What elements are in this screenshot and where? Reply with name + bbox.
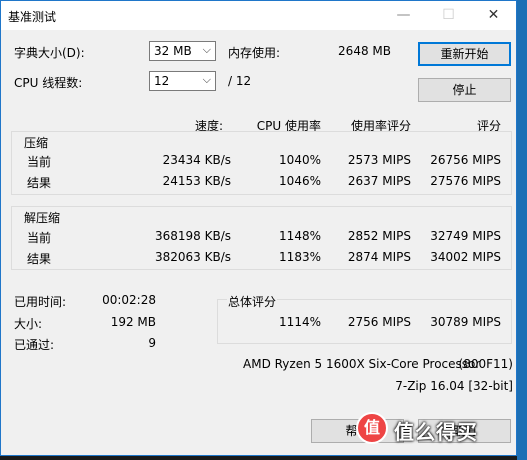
compression-title: 压缩 (24, 136, 49, 150)
overall-usage-rating: 2756 MIPS (347, 315, 411, 329)
cpu-threads-select[interactable]: 12 ⌵ (149, 71, 216, 91)
rating-cell: 32749 MIPS (430, 229, 501, 243)
decompression-title: 解压缩 (24, 211, 61, 225)
cpu-cell: 1183% (279, 250, 321, 264)
restart-button[interactable]: 重新开始 (418, 42, 511, 66)
row-label: 当前 (27, 155, 52, 169)
chevron-down-icon: ⌵ (202, 73, 211, 86)
dictionary-size-select[interactable]: 32 MB ⌵ (149, 41, 216, 61)
size-value: 192 MB (110, 315, 156, 329)
passes-value: 9 (148, 336, 156, 350)
dictionary-size-value: 32 MB (154, 44, 192, 58)
memory-usage-label: 内存使用: (228, 46, 281, 60)
speed-cell: 368198 KB/s (154, 229, 231, 243)
row-label: 结果 (27, 176, 52, 190)
speed-cell: 23434 KB/s (162, 153, 231, 167)
usage-rating-cell: 2874 MIPS (347, 250, 411, 264)
rating-cell: 27576 MIPS (430, 174, 501, 188)
usage-rating-cell: 2637 MIPS (347, 174, 411, 188)
rating-cell: 26756 MIPS (430, 153, 501, 167)
desktop-edge (517, 0, 527, 460)
cpu-id: (800F11) (458, 357, 513, 371)
maximize-icon[interactable]: ☐ (426, 1, 471, 30)
overall-cpu: 1114% (279, 315, 321, 329)
close-icon[interactable]: ✕ (471, 1, 516, 30)
dictionary-size-label: 字典大小(D): (14, 46, 85, 60)
overall-rating-title: 总体评分 (227, 293, 278, 310)
benchmark-window: 基准测试 — ☐ ✕ 字典大小(D): 32 MB ⌵ 内存使用: 2648 M… (0, 0, 517, 456)
help-button[interactable]: 帮助 (311, 419, 404, 443)
cpu-cell: 1040% (279, 153, 321, 167)
usage-rating-cell: 2573 MIPS (347, 153, 411, 167)
title-bar: 基准测试 — ☐ ✕ (1, 1, 516, 30)
rating-cell: 34002 MIPS (430, 250, 501, 264)
passes-label: 已通过: (14, 338, 55, 352)
version-text: 7-Zip 16.04 [32-bit] (395, 379, 513, 393)
usage-rating-cell: 2852 MIPS (347, 229, 411, 243)
window-title: 基准测试 (8, 10, 57, 24)
speed-cell: 382063 KB/s (154, 250, 231, 264)
chevron-down-icon: ⌵ (202, 43, 211, 56)
stop-button[interactable]: 停止 (418, 78, 511, 102)
elapsed-time-value: 00:02:28 (102, 293, 156, 307)
size-label: 大小: (14, 317, 43, 331)
overall-rating: 30789 MIPS (430, 315, 501, 329)
cpu-cell: 1148% (279, 229, 321, 243)
cpu-threads-value: 12 (154, 74, 170, 88)
minimize-icon[interactable]: — (381, 1, 426, 30)
speed-cell: 24153 KB/s (162, 174, 231, 188)
cpu-cell: 1046% (279, 174, 321, 188)
cancel-button[interactable]: 取消 (418, 419, 511, 443)
row-label: 当前 (27, 231, 52, 245)
cpu-threads-total: / 12 (228, 74, 252, 88)
row-label: 结果 (27, 252, 52, 266)
elapsed-time-label: 已用时间: (14, 295, 67, 309)
memory-usage-value: 2648 MB (338, 44, 391, 58)
cpu-threads-label: CPU 线程数: (14, 76, 83, 90)
